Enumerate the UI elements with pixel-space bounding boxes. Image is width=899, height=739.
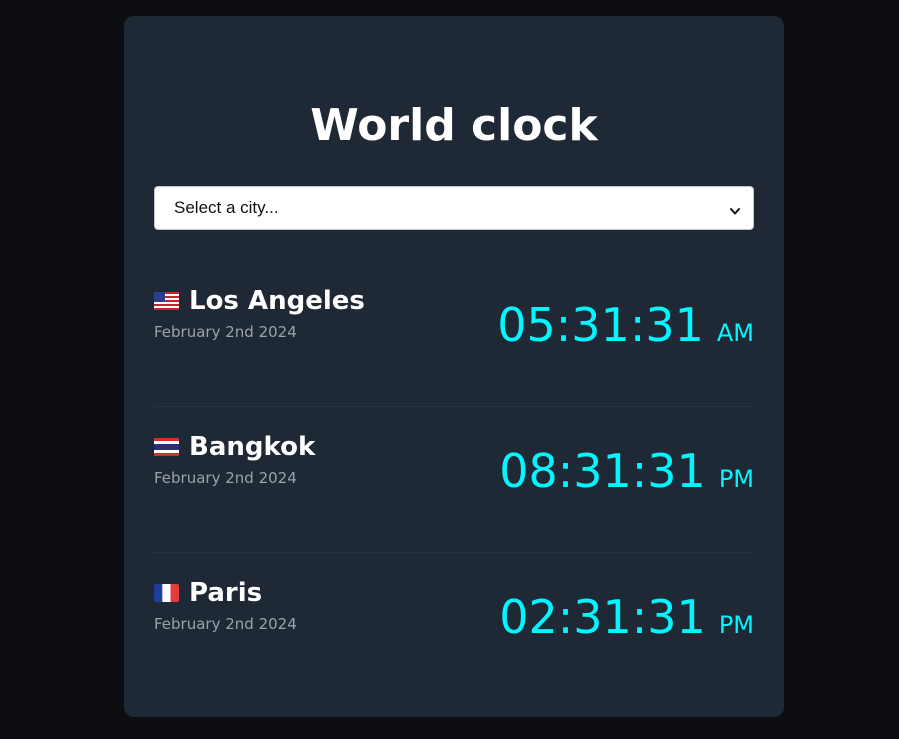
flag-us-icon bbox=[154, 292, 179, 310]
am-pm-label: PM bbox=[718, 611, 754, 639]
chevron-down-icon bbox=[729, 202, 741, 215]
time-value: 02:31:31 bbox=[499, 590, 706, 644]
flag-th-icon bbox=[154, 438, 179, 456]
city-date: February 2nd 2024 bbox=[154, 323, 297, 341]
am-pm-label: AM bbox=[716, 319, 754, 347]
city-row-bangkok: Bangkok February 2nd 2024 08:31:31 PM bbox=[154, 407, 754, 553]
city-list: Los Angeles February 2nd 2024 05:31:31 A… bbox=[154, 261, 754, 699]
city-name: Paris bbox=[189, 578, 263, 608]
am-pm-label: PM bbox=[718, 465, 754, 493]
city-row-paris: Paris February 2nd 2024 02:31:31 PM bbox=[154, 553, 754, 699]
city-name: Los Angeles bbox=[189, 286, 365, 316]
city-time: 05:31:31 AM bbox=[497, 297, 754, 353]
city-time: 08:31:31 PM bbox=[499, 443, 754, 499]
city-name: Bangkok bbox=[189, 432, 316, 462]
world-clock-card: World clock Select a city... Los Angeles… bbox=[124, 16, 784, 717]
time-value: 05:31:31 bbox=[497, 298, 704, 352]
time-value: 08:31:31 bbox=[499, 444, 706, 498]
city-date: February 2nd 2024 bbox=[154, 615, 297, 633]
city-select[interactable]: Select a city... bbox=[154, 186, 754, 230]
city-select-value: Select a city... bbox=[174, 198, 279, 217]
flag-fr-icon bbox=[154, 584, 179, 602]
page-title: World clock bbox=[310, 100, 598, 151]
city-time: 02:31:31 PM bbox=[499, 589, 754, 645]
city-date: February 2nd 2024 bbox=[154, 469, 297, 487]
city-row-los-angeles: Los Angeles February 2nd 2024 05:31:31 A… bbox=[154, 261, 754, 407]
